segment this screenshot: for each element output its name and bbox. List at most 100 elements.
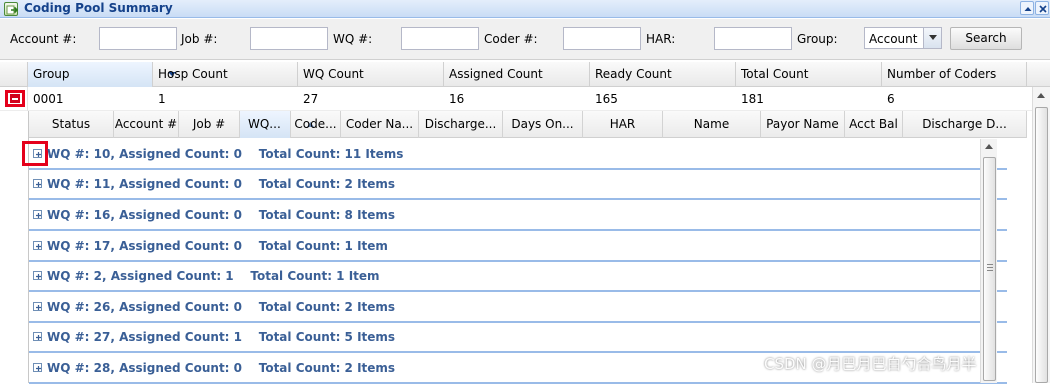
group-label: Group:: [797, 32, 838, 46]
har-input[interactable]: [714, 27, 792, 50]
collapse-icon: [10, 94, 20, 103]
group-total: Total Count: 2 Items: [258, 177, 396, 191]
expander-column-header: [0, 62, 28, 87]
collapse-row-button[interactable]: [5, 90, 25, 107]
group-row[interactable]: WQ #: 26, Assigned Count: 0 Total Count:…: [29, 292, 1007, 323]
cell-assigned-count: 16: [449, 92, 465, 106]
search-button[interactable]: Search: [950, 27, 1022, 50]
export-panel-icon: [4, 2, 19, 16]
cell-ready-count: 165: [595, 92, 618, 106]
inner-vertical-scrollbar[interactable]: [980, 139, 997, 383]
group-label: WQ #: 11, Assigned Count: 0: [47, 177, 243, 191]
group-row[interactable]: WQ #: 17, Assigned Count: 0 Total Count:…: [29, 231, 1007, 262]
expand-plus-icon[interactable]: [33, 241, 42, 250]
inner-grid-header: Status Account # Job # WQ... Code... Cod…: [29, 111, 1027, 138]
group-total: Total Count: 1 Item: [250, 269, 380, 283]
inner-grid-body: WQ #: 10, Assigned Count: 0 Total Count:…: [22, 139, 1009, 384]
group-label: WQ #: 10, Assigned Count: 0: [47, 147, 243, 161]
group-row-label: WQ #: 27, Assigned Count: 1 Total Count:…: [47, 329, 395, 345]
cell-hosp-count: 1: [158, 92, 166, 106]
group-total: Total Count: 1 Item: [258, 239, 388, 253]
cell-group: 0001: [33, 92, 64, 106]
column-header-discharge[interactable]: Discharge...: [419, 111, 503, 138]
column-header-account[interactable]: Account #: [114, 111, 179, 138]
wq-input[interactable]: [401, 27, 479, 50]
group-row[interactable]: WQ #: 27, Assigned Count: 1 Total Count:…: [29, 322, 1007, 353]
column-header-coder[interactable]: Code...: [291, 111, 341, 138]
account-input[interactable]: [99, 27, 177, 50]
column-header-job[interactable]: Job #: [179, 111, 240, 138]
table-row[interactable]: 0001 1 27 16 165 181 6: [0, 87, 1050, 111]
group-row[interactable]: WQ #: 10, Assigned Count: 0 Total Count:…: [22, 139, 1007, 170]
column-header-assigned-count[interactable]: Assigned Count: [444, 62, 590, 87]
group-label: WQ #: 26, Assigned Count: 0: [47, 300, 243, 314]
group-row[interactable]: WQ #: 11, Assigned Count: 0 Total Count:…: [29, 169, 1007, 200]
column-header-total-count[interactable]: Total Count: [736, 62, 882, 87]
column-header-hosp-count[interactable]: Hosp Count: [153, 62, 298, 87]
expand-plus-icon[interactable]: [33, 149, 42, 158]
window-title: Coding Pool Summary: [24, 1, 173, 15]
group-label: WQ #: 17, Assigned Count: 0: [47, 239, 243, 253]
group-label: WQ #: 28, Assigned Count: 0: [47, 361, 243, 375]
wq-label: WQ #:: [333, 32, 373, 46]
group-label: WQ #: 16, Assigned Count: 0: [47, 208, 243, 222]
column-header-coder-name[interactable]: Coder Na...: [341, 111, 419, 138]
scrollbar-grip-line: [987, 267, 993, 268]
chevron-down-icon[interactable]: [923, 28, 941, 48]
nested-detail-grid: Status Account # Job # WQ... Code... Cod…: [22, 111, 1027, 384]
outer-grid-header: Group Hosp Count WQ Count Assigned Count…: [0, 62, 1050, 87]
column-header-payor-name[interactable]: Payor Name: [761, 111, 845, 138]
column-header-label: WQ...: [248, 117, 281, 131]
close-icon[interactable]: [1035, 1, 1049, 15]
job-input[interactable]: [250, 27, 328, 50]
scrollbar-thumb[interactable]: [1035, 107, 1048, 383]
column-header-acct-bal[interactable]: Acct Bal: [845, 111, 903, 138]
expand-plus-icon[interactable]: [33, 302, 42, 311]
scroll-up-arrow-icon[interactable]: [1033, 87, 1050, 103]
group-total: Total Count: 2 Items: [258, 361, 396, 375]
column-header-group[interactable]: Group: [28, 62, 176, 87]
window-title-bar: Coding Pool Summary: [0, 0, 1050, 18]
group-row-label: WQ #: 28, Assigned Count: 0 Total Count:…: [47, 360, 395, 376]
group-row[interactable]: WQ #: 2, Assigned Count: 1 Total Count: …: [29, 261, 1007, 292]
row-expander-cell: [0, 87, 28, 111]
coder-label: Coder #:: [484, 32, 538, 46]
group-row-label: WQ #: 17, Assigned Count: 0 Total Count:…: [47, 238, 388, 254]
har-label: HAR:: [646, 32, 676, 46]
expand-plus-icon[interactable]: [33, 179, 42, 188]
expand-plus-icon[interactable]: [33, 271, 42, 280]
expand-plus-icon[interactable]: [33, 363, 42, 372]
column-header-wq[interactable]: WQ...: [240, 111, 291, 138]
watermark: CSDN @月巴月巴白勺合鸟月半: [764, 355, 977, 373]
scrollbar-thumb[interactable]: [983, 157, 996, 381]
collapse-up-icon[interactable]: [1020, 1, 1034, 15]
column-header-wq-count[interactable]: WQ Count: [298, 62, 444, 87]
group-total: Total Count: 2 Items: [258, 300, 396, 314]
column-header-discharge-date[interactable]: Discharge D...: [903, 111, 1027, 138]
column-header-number-of-coders[interactable]: Number of Coders: [882, 62, 1027, 87]
scroll-up-arrow-icon[interactable]: [981, 139, 998, 155]
account-label: Account #:: [10, 32, 77, 46]
outer-vertical-scrollbar[interactable]: [1032, 87, 1050, 383]
cell-total-count: 181: [741, 92, 764, 106]
minus-bar: [12, 98, 18, 100]
group-row-label: WQ #: 26, Assigned Count: 0 Total Count:…: [47, 299, 395, 315]
group-label: WQ #: 27, Assigned Count: 1: [47, 330, 243, 344]
group-select[interactable]: Account: [864, 27, 942, 49]
group-total: Total Count: 8 Items: [258, 208, 396, 222]
column-header-days-on[interactable]: Days On...: [503, 111, 583, 138]
group-row-label: WQ #: 11, Assigned Count: 0 Total Count:…: [47, 176, 395, 192]
column-header-ready-count[interactable]: Ready Count: [590, 62, 736, 87]
expand-plus-icon[interactable]: [33, 210, 42, 219]
group-row-label: WQ #: 16, Assigned Count: 0 Total Count:…: [47, 207, 395, 223]
filter-toolbar: Account #: Job #: WQ #: Coder #: HAR: Gr…: [0, 19, 1050, 60]
column-header-status[interactable]: Status: [29, 111, 114, 138]
coder-input[interactable]: [563, 27, 641, 50]
cell-number-of-coders: 6: [887, 92, 895, 106]
expand-plus-icon[interactable]: [33, 332, 42, 341]
column-header-name[interactable]: Name: [663, 111, 761, 138]
group-row-label: WQ #: 10, Assigned Count: 0 Total Count:…: [47, 146, 403, 162]
group-row[interactable]: WQ #: 16, Assigned Count: 0 Total Count:…: [29, 200, 1007, 231]
column-header-har[interactable]: HAR: [583, 111, 663, 138]
group-total: Total Count: 5 Items: [258, 330, 396, 344]
